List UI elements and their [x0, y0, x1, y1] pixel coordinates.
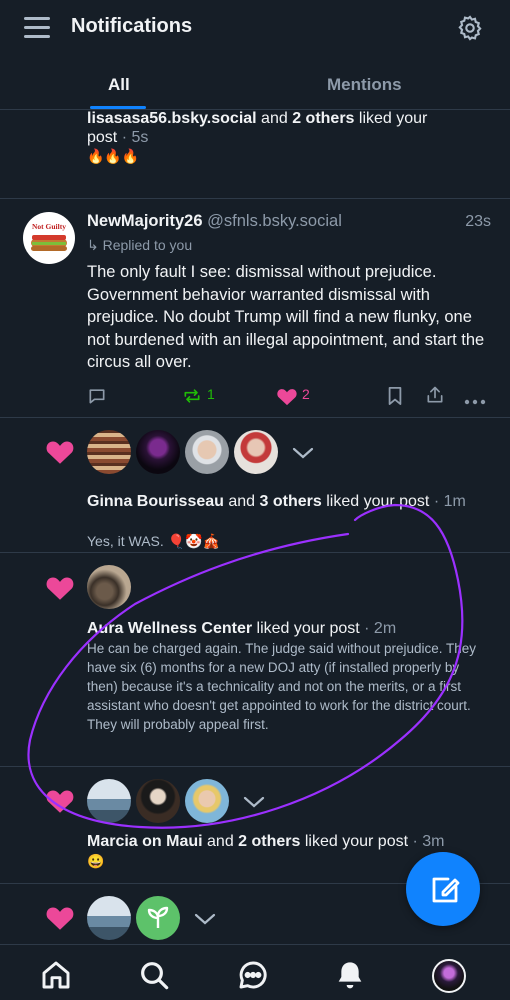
svg-text:Not Guilty: Not Guilty — [32, 222, 66, 231]
liked-post-text: He can be charged again. The judge said … — [87, 641, 477, 732]
reply-icon[interactable] — [87, 385, 107, 407]
like-notification[interactable]: Ginna Bourisseau and 3 others liked your… — [0, 418, 510, 553]
search-icon[interactable] — [138, 959, 170, 991]
chat-icon[interactable] — [237, 959, 269, 991]
avatar[interactable] — [185, 430, 229, 474]
compose-button[interactable] — [406, 852, 480, 926]
others-link[interactable]: 2 others — [238, 833, 300, 850]
bottom-nav — [0, 944, 510, 1000]
notification-summary-cont: post · 5s — [87, 129, 149, 146]
actor-name[interactable]: Ginna Bourisseau — [87, 493, 224, 510]
bookmark-icon[interactable] — [386, 385, 404, 407]
like-icon[interactable] — [276, 385, 298, 407]
share-icon[interactable] — [425, 384, 445, 406]
heart-icon — [46, 907, 74, 930]
avatar[interactable] — [136, 896, 180, 940]
like-notification[interactable]: Aura Wellness Center liked your post · 2… — [0, 553, 510, 767]
page-title: Notifications — [71, 15, 193, 37]
liked-post-text: Yes, it WAS. 🎈🤡🎪 — [87, 533, 220, 549]
heart-icon — [46, 577, 74, 600]
handle: @sfnls.bsky.social — [207, 212, 342, 230]
avatar[interactable] — [87, 779, 131, 823]
avatar[interactable] — [136, 779, 180, 823]
chevron-down-icon[interactable] — [292, 446, 314, 460]
avatar[interactable] — [185, 779, 229, 823]
notification-summary: Marcia on Maui and 2 others liked your p… — [87, 833, 445, 850]
liked-post-text: 🔥🔥🔥 — [87, 148, 140, 164]
compose-icon — [432, 877, 460, 903]
post-author[interactable]: NewMajority26 @sfnls.bsky.social — [87, 212, 342, 231]
tab-mentions[interactable]: Mentions — [327, 75, 402, 95]
active-tab-indicator — [90, 106, 146, 109]
avatar[interactable]: Not Guilty — [23, 212, 75, 264]
avatar[interactable] — [234, 430, 278, 474]
tab-all[interactable]: All — [108, 75, 130, 95]
notification-summary: Aura Wellness Center liked your post · 2… — [87, 620, 397, 637]
home-icon[interactable] — [40, 959, 72, 991]
avatar[interactable] — [136, 430, 180, 474]
menu-icon[interactable] — [24, 17, 50, 39]
notification-feed[interactable]: lisasasa56.bsky.social and 2 others like… — [0, 110, 510, 944]
timestamp: · 3m — [408, 833, 445, 850]
chevron-down-icon[interactable] — [194, 912, 216, 926]
reply-context[interactable]: ↳ Replied to you — [87, 237, 192, 254]
timestamp: · 1m — [429, 493, 466, 510]
avatar[interactable] — [87, 565, 131, 609]
profile-avatar[interactable] — [432, 959, 466, 993]
heart-icon — [46, 790, 74, 813]
bell-icon[interactable] — [334, 959, 366, 991]
timestamp: 23s — [465, 213, 491, 230]
like-notification[interactable]: lisasasa56.bsky.social and 2 others like… — [0, 110, 510, 199]
timestamp: · 2m — [359, 620, 397, 637]
avatar[interactable] — [87, 430, 131, 474]
chevron-down-icon[interactable] — [243, 795, 265, 809]
sandwich-avatar-image: Not Guilty — [31, 222, 67, 251]
notification-tabs: All Mentions — [0, 56, 510, 110]
heart-icon — [46, 441, 74, 464]
notification-summary: Ginna Bourisseau and 3 others liked your… — [87, 493, 466, 510]
actor-name[interactable]: lisasasa56.bsky.social — [87, 110, 257, 127]
sprout-icon — [147, 906, 169, 928]
avatar[interactable] — [87, 896, 131, 940]
notification-summary: lisasasa56.bsky.social and 2 others like… — [87, 110, 428, 127]
actor-name[interactable]: Marcia on Maui — [87, 833, 203, 850]
gear-icon[interactable] — [456, 14, 484, 42]
liked-post-text: 😀 — [87, 853, 105, 869]
more-options-icon[interactable] — [464, 391, 486, 413]
display-name: NewMajority26 — [87, 212, 203, 230]
repost-count: 1 — [207, 386, 215, 402]
reply-post[interactable]: Not Guilty NewMajority26 @sfnls.bsky.soc… — [0, 199, 510, 418]
actor-name[interactable]: Aura Wellness Center — [87, 620, 252, 637]
others-link[interactable]: 3 others — [260, 493, 322, 510]
like-count: 2 — [302, 386, 310, 402]
others-link[interactable]: 2 others — [292, 110, 354, 127]
repost-icon[interactable] — [182, 385, 202, 407]
post-text: The only fault I see: dismissal without … — [87, 263, 485, 371]
timestamp: · 5s — [117, 129, 149, 146]
top-bar: Notifications — [0, 0, 510, 56]
